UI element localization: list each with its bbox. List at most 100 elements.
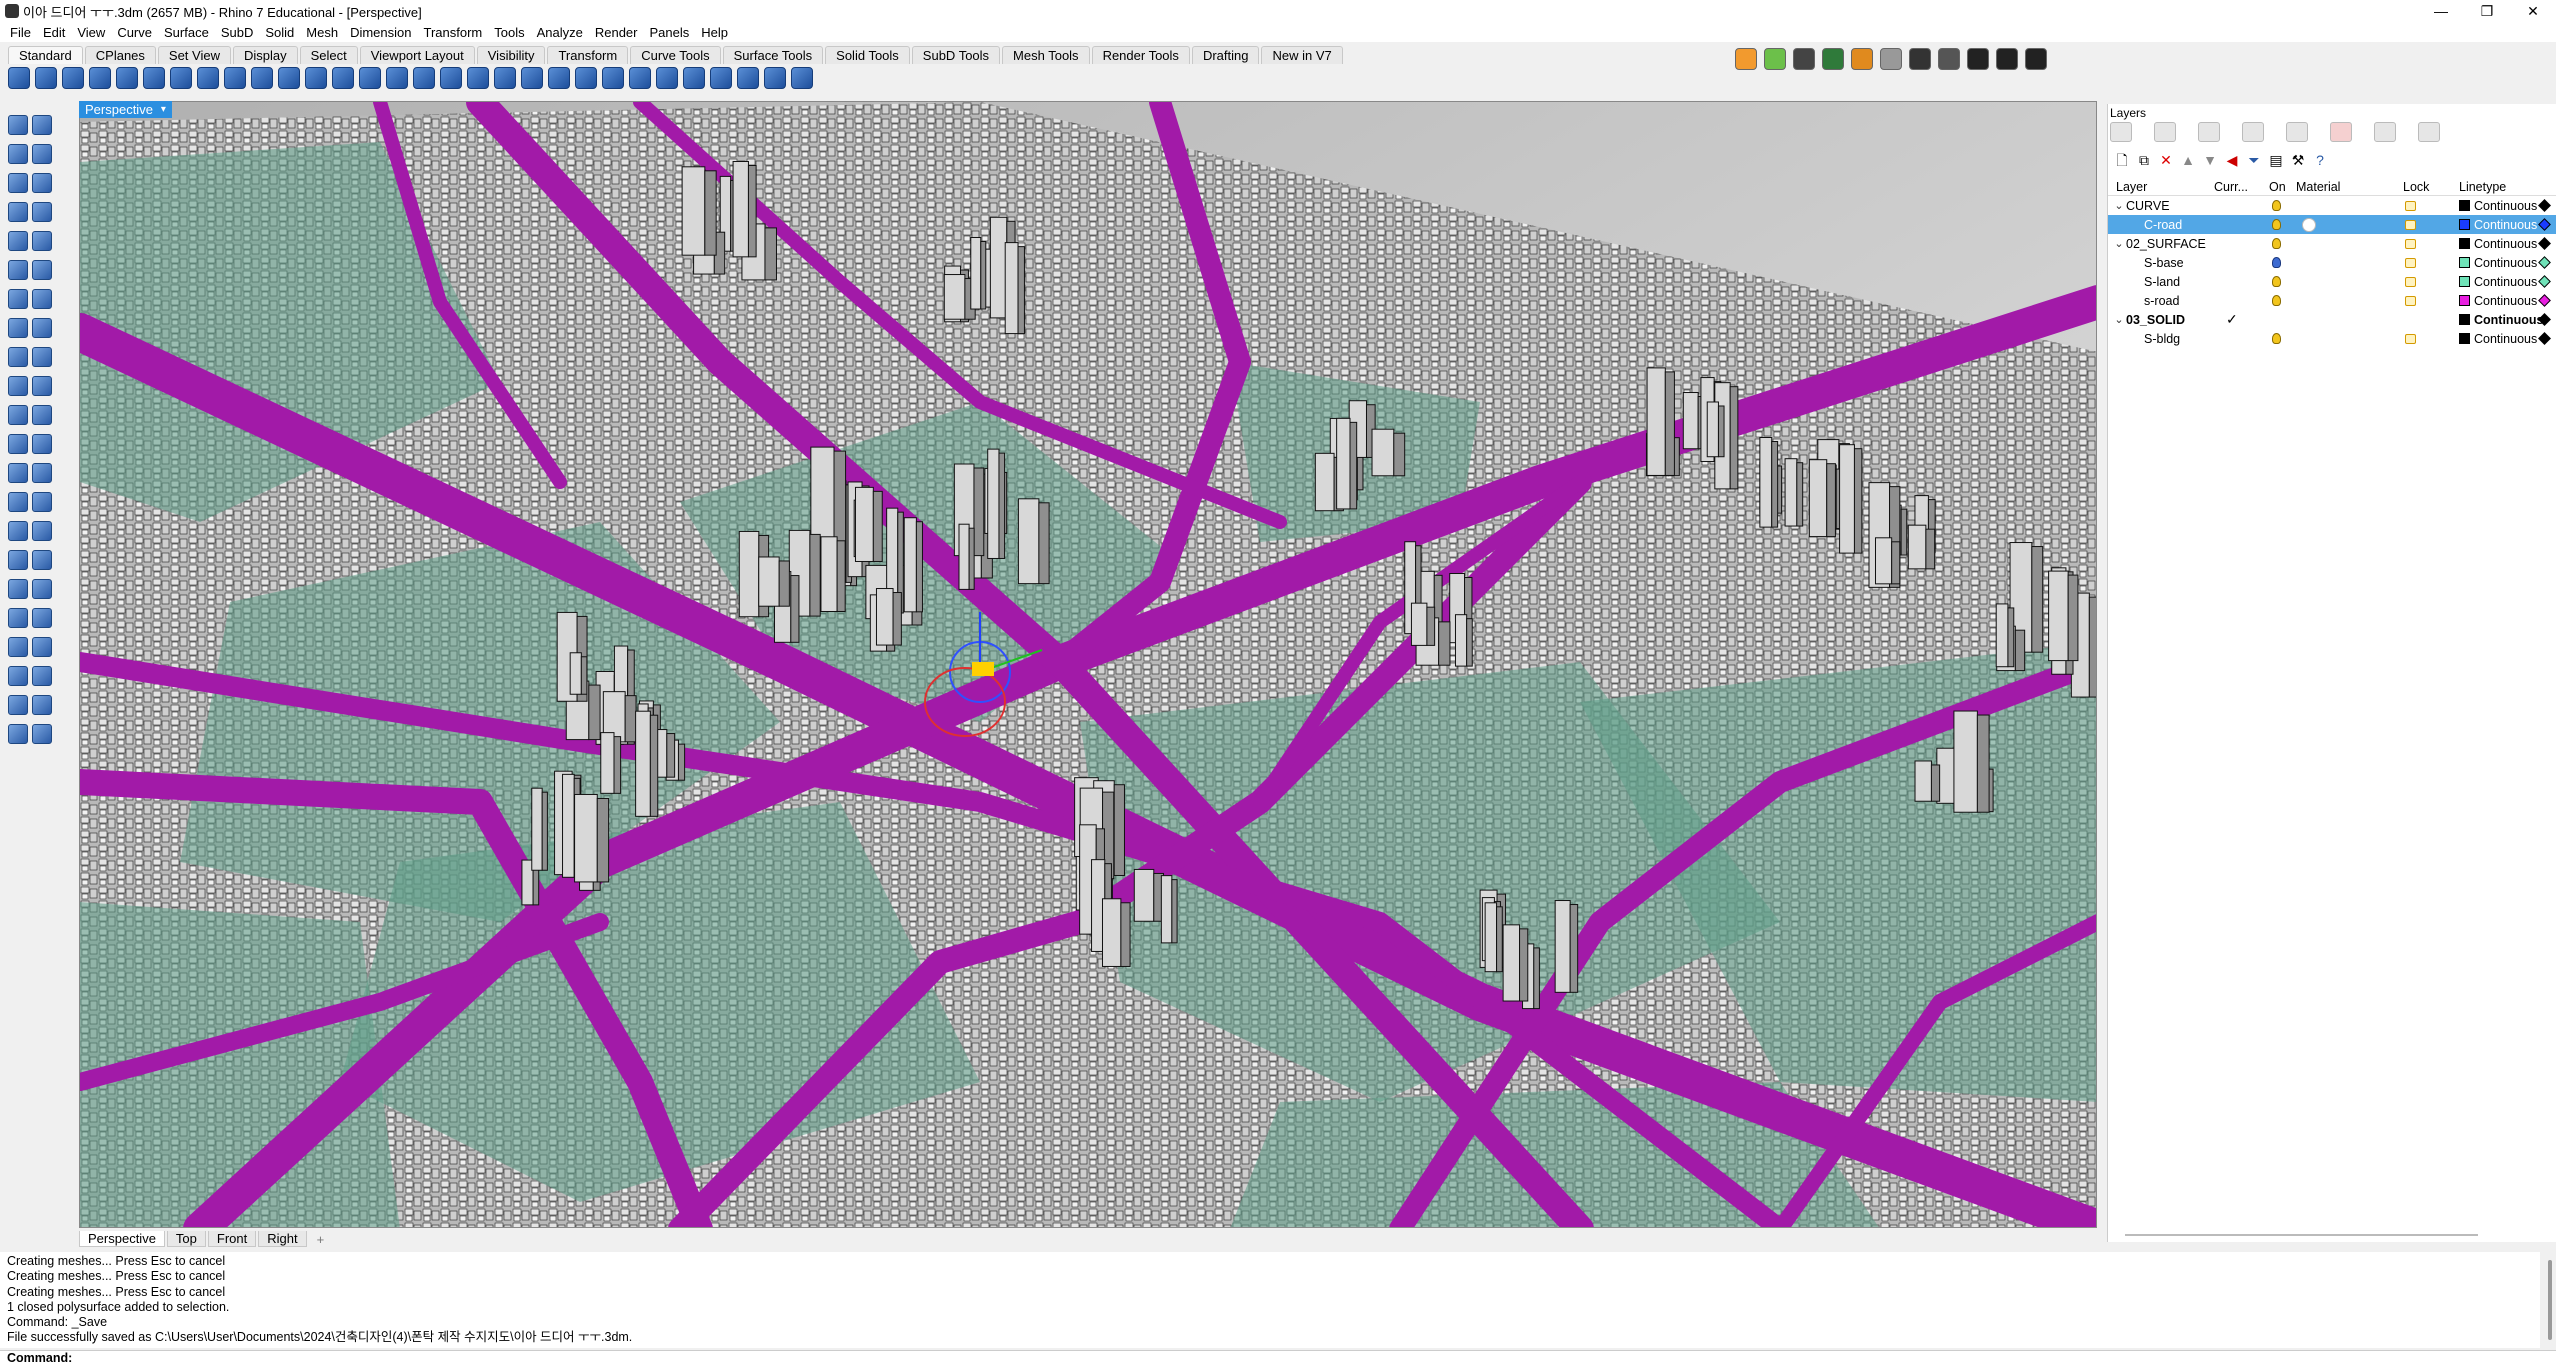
- tool-icon[interactable]: [8, 608, 28, 628]
- new-layer-icon[interactable]: 🗋: [2114, 152, 2130, 168]
- viewport-tab-right[interactable]: Right: [258, 1231, 307, 1247]
- new-sublayer-icon[interactable]: ⧉: [2136, 152, 2152, 168]
- tool-icon[interactable]: [32, 202, 52, 222]
- tool-icon[interactable]: [683, 67, 705, 89]
- linetype-cell[interactable]: Continuous: [2459, 234, 2537, 253]
- on-cell[interactable]: [2269, 253, 2281, 272]
- restore-button[interactable]: ❐: [2464, 0, 2510, 22]
- on-cell[interactable]: [2269, 215, 2281, 234]
- delete-layer-icon[interactable]: ✕: [2158, 152, 2174, 168]
- tool-icon[interactable]: [602, 67, 624, 89]
- tool-icon[interactable]: [62, 67, 84, 89]
- tool-icon[interactable]: [8, 550, 28, 570]
- tool-icon[interactable]: [791, 67, 813, 89]
- current-cell[interactable]: [2214, 234, 2226, 253]
- tab-mesh-tools[interactable]: Mesh Tools: [1002, 46, 1090, 64]
- layer-row[interactable]: s-road Continuous: [2108, 291, 2556, 310]
- tab-transform[interactable]: Transform: [547, 46, 629, 64]
- current-cell[interactable]: [2214, 215, 2226, 234]
- tool-icon[interactable]: [8, 521, 28, 541]
- layer-color-swatch[interactable]: [2459, 219, 2470, 230]
- tool-icon[interactable]: [8, 115, 28, 135]
- perspective-viewport[interactable]: [79, 101, 2097, 1228]
- tool-icon[interactable]: [89, 67, 111, 89]
- lightbulb-icon[interactable]: [2272, 238, 2281, 249]
- menu-edit[interactable]: Edit: [37, 25, 71, 40]
- tool-icon[interactable]: [32, 608, 52, 628]
- layer-color-swatch[interactable]: [2459, 276, 2470, 287]
- chevron-down-icon[interactable]: ▾: [161, 101, 166, 118]
- on-cell[interactable]: [2269, 291, 2281, 310]
- menu-dimension[interactable]: Dimension: [344, 25, 417, 40]
- linetype-cell[interactable]: Continuous: [2459, 272, 2537, 291]
- tool-icon[interactable]: [764, 67, 786, 89]
- menu-analyze[interactable]: Analyze: [531, 25, 589, 40]
- chevron-down-icon[interactable]: ⌄: [2112, 237, 2126, 250]
- tool-icon[interactable]: [32, 289, 52, 309]
- layer-row[interactable]: C-road Continuous: [2108, 215, 2556, 234]
- print-color-cell[interactable]: [2538, 234, 2551, 253]
- tool-icon[interactable]: [8, 376, 28, 396]
- current-cell[interactable]: [2214, 291, 2226, 310]
- materials-tab-icon[interactable]: [2418, 122, 2440, 142]
- material-cell[interactable]: [2296, 310, 2302, 329]
- lock-icon[interactable]: [2405, 219, 2416, 230]
- named-views-tab-icon[interactable]: [2242, 122, 2264, 142]
- menu-help[interactable]: Help: [695, 25, 734, 40]
- layer-color-swatch[interactable]: [2459, 238, 2470, 249]
- tool-icon[interactable]: [305, 67, 327, 89]
- layer-states-icon[interactable]: ▤: [2268, 152, 2284, 168]
- col-linetype[interactable]: Linetype: [2459, 178, 2506, 195]
- lock-cell[interactable]: [2403, 291, 2416, 310]
- tool-icon[interactable]: [8, 67, 30, 89]
- user-icon[interactable]: [2025, 48, 2047, 70]
- menu-curve[interactable]: Curve: [111, 25, 158, 40]
- material-cell[interactable]: [2296, 291, 2302, 310]
- move-down-icon[interactable]: ▼: [2202, 152, 2218, 168]
- tab-solid-tools[interactable]: Solid Tools: [825, 46, 910, 64]
- tab-surface-tools[interactable]: Surface Tools: [722, 46, 824, 64]
- linetype-cell[interactable]: Continuous: [2459, 310, 2543, 329]
- material-cell[interactable]: [2296, 253, 2302, 272]
- tool-icon[interactable]: [32, 434, 52, 454]
- menu-file[interactable]: File: [4, 25, 37, 40]
- tools-icon[interactable]: ⚒: [2290, 152, 2306, 168]
- lightbulb-icon[interactable]: [2272, 333, 2281, 344]
- tool-icon[interactable]: [467, 67, 489, 89]
- tool-icon[interactable]: [32, 376, 52, 396]
- material-cell[interactable]: [2296, 196, 2302, 215]
- on-cell[interactable]: [2269, 234, 2281, 253]
- layer-name-cell[interactable]: ⌄ 03_SOLID: [2108, 310, 2185, 329]
- tool-icon[interactable]: [32, 550, 52, 570]
- tool-icon[interactable]: [32, 637, 52, 657]
- tool-icon[interactable]: [8, 405, 28, 425]
- tool-icon[interactable]: [575, 67, 597, 89]
- tool-icon[interactable]: [32, 115, 52, 135]
- lock-cell[interactable]: [2403, 215, 2416, 234]
- tab-set-view[interactable]: Set View: [157, 46, 231, 64]
- lightbulb-icon[interactable]: [2272, 295, 2281, 306]
- tool-icon[interactable]: [8, 637, 28, 657]
- chevron-down-icon[interactable]: ⌄: [2112, 313, 2126, 326]
- help-icon[interactable]: ?: [2312, 152, 2328, 168]
- tool-icon[interactable]: [440, 67, 462, 89]
- layer-name-cell[interactable]: C-road: [2108, 215, 2182, 234]
- print-color-cell[interactable]: [2538, 329, 2551, 348]
- viewport-title[interactable]: Perspective ▾: [79, 101, 172, 118]
- lock-icon[interactable]: [2405, 295, 2416, 306]
- current-cell[interactable]: [2214, 196, 2226, 215]
- col-current[interactable]: Curr...: [2214, 178, 2248, 195]
- info-icon[interactable]: [1996, 48, 2018, 70]
- tool-icon[interactable]: [413, 67, 435, 89]
- tool-icon[interactable]: [32, 260, 52, 280]
- menu-view[interactable]: View: [71, 25, 111, 40]
- tool-icon[interactable]: [386, 67, 408, 89]
- lock-icon[interactable]: [2405, 200, 2416, 211]
- menu-subd[interactable]: SubD: [215, 25, 260, 40]
- gear-icon[interactable]: [1938, 48, 1960, 70]
- tool-icon[interactable]: [656, 67, 678, 89]
- lightbulb-icon[interactable]: [2272, 257, 2281, 268]
- layer-name-cell[interactable]: ⌄ CURVE: [2108, 196, 2169, 215]
- tab-render-tools[interactable]: Render Tools: [1091, 46, 1190, 64]
- tool-icon[interactable]: [32, 463, 52, 483]
